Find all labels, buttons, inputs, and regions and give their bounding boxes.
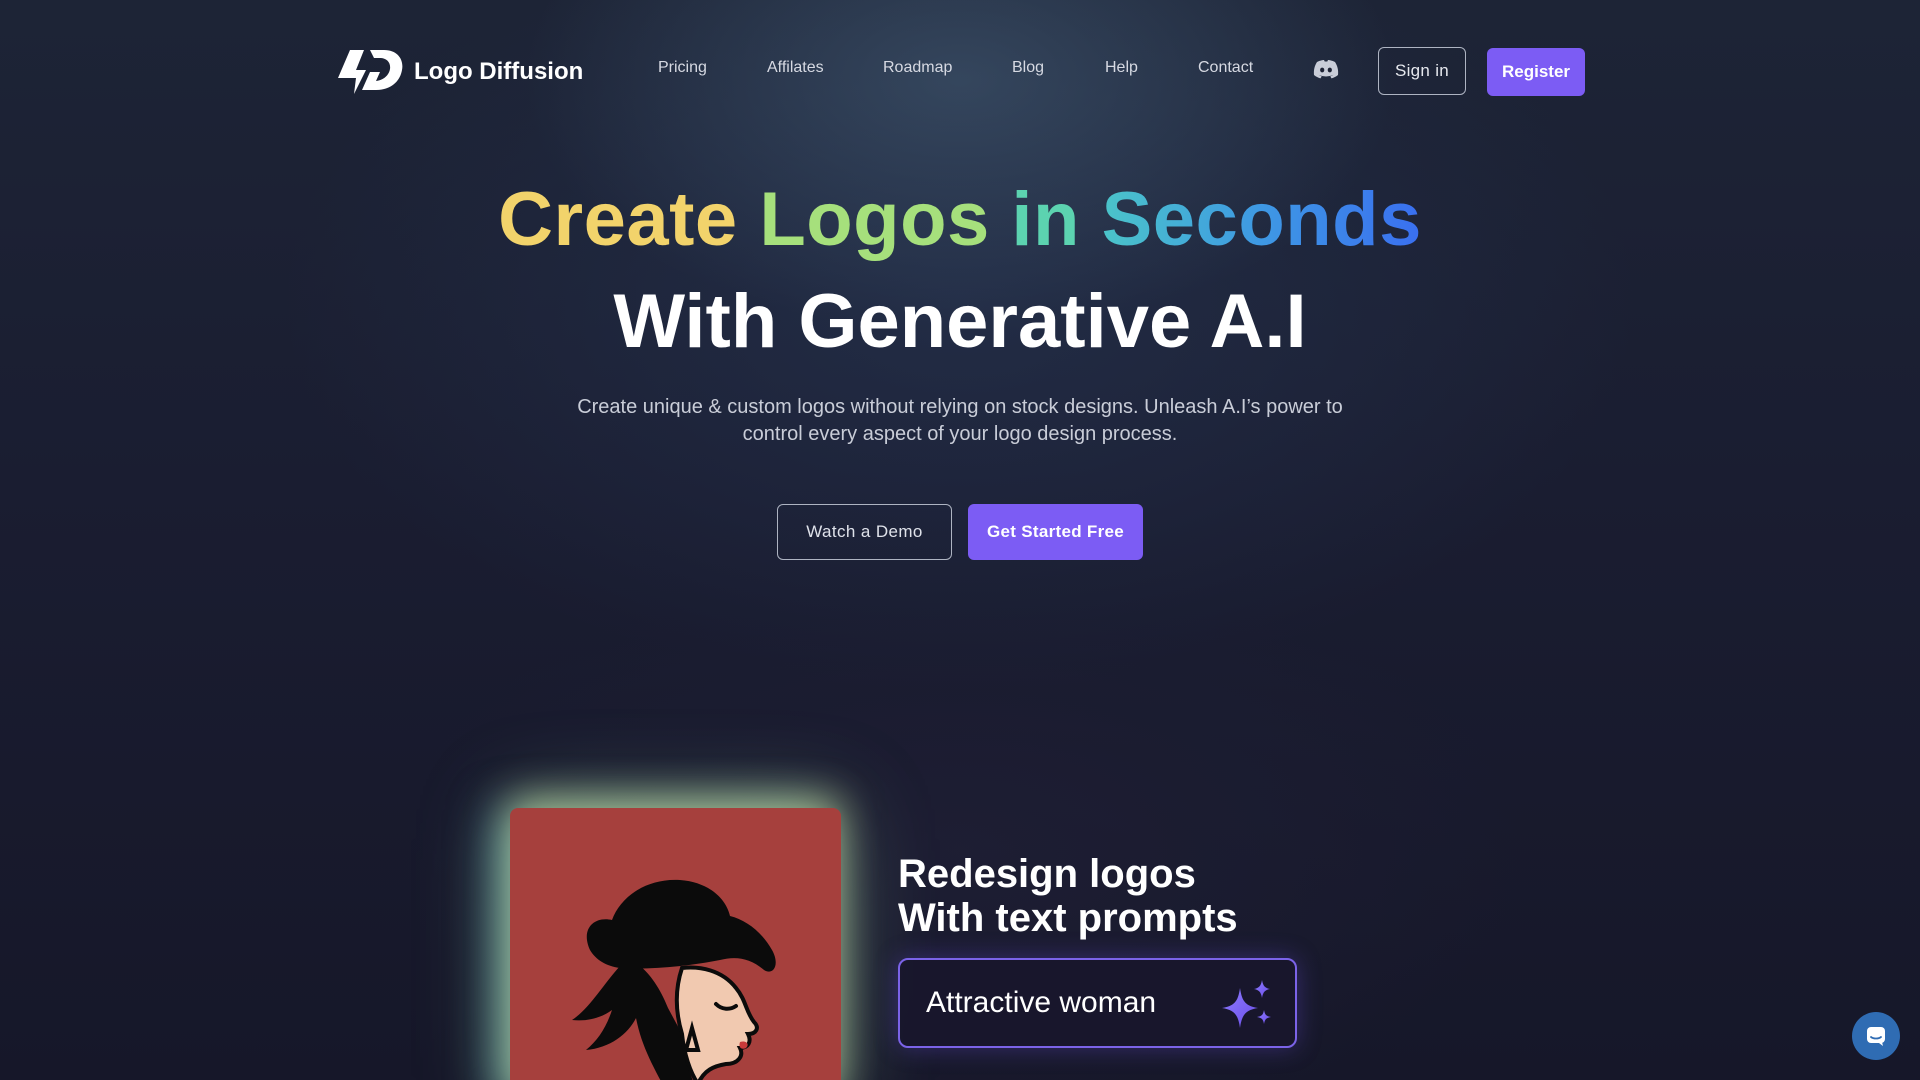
feature-title-line2: With text prompts [898,896,1238,940]
get-started-button[interactable]: Get Started Free [968,504,1143,560]
chat-widget-button[interactable] [1852,1012,1900,1060]
register-button[interactable]: Register [1487,48,1585,96]
top-navigation: Logo Diffusion Pricing Affilates Roadmap… [336,46,1585,98]
hero-word-seconds: Seconds [1101,177,1422,262]
brand-name: Logo Diffusion [414,58,584,85]
logo-preview-card [510,808,841,1080]
nav-link-help[interactable]: Help [1105,59,1138,77]
hero-word-create: Create [498,177,738,262]
hero-word-in: in [1011,177,1080,262]
logo-diffusion-mark-icon [338,50,403,94]
sparkle-icon [1222,980,1271,1028]
hero-word-logos: Logos [759,177,990,262]
hero-title-line1: Create Logos in Seconds [0,176,1920,263]
nav-link-affiliates[interactable]: Affilates [767,59,824,77]
hero-subtitle: Create unique & custom logos without rel… [577,396,1343,445]
nav-link-contact[interactable]: Contact [1198,59,1253,77]
nav-link-pricing[interactable]: Pricing [658,59,707,77]
watch-demo-button[interactable]: Watch a Demo [777,504,952,560]
nav-link-roadmap[interactable]: Roadmap [883,59,952,77]
feature-title-line1: Redesign logos [898,852,1196,896]
nav-link-blog[interactable]: Blog [1012,59,1044,77]
text-prompt-box[interactable]: Attractive woman [898,958,1297,1048]
hero-title-line2: With Generative A.I [613,279,1307,364]
brand-logo-link[interactable]: Logo Diffusion [336,48,583,96]
discord-icon[interactable] [1312,58,1340,82]
chat-icon [1867,1027,1885,1046]
prompt-text: Attractive woman [926,986,1157,1019]
woman-logo-illustration [572,879,776,1080]
feature-title: Redesign logos With text prompts [898,852,1398,940]
sign-in-button[interactable]: Sign in [1378,47,1466,95]
